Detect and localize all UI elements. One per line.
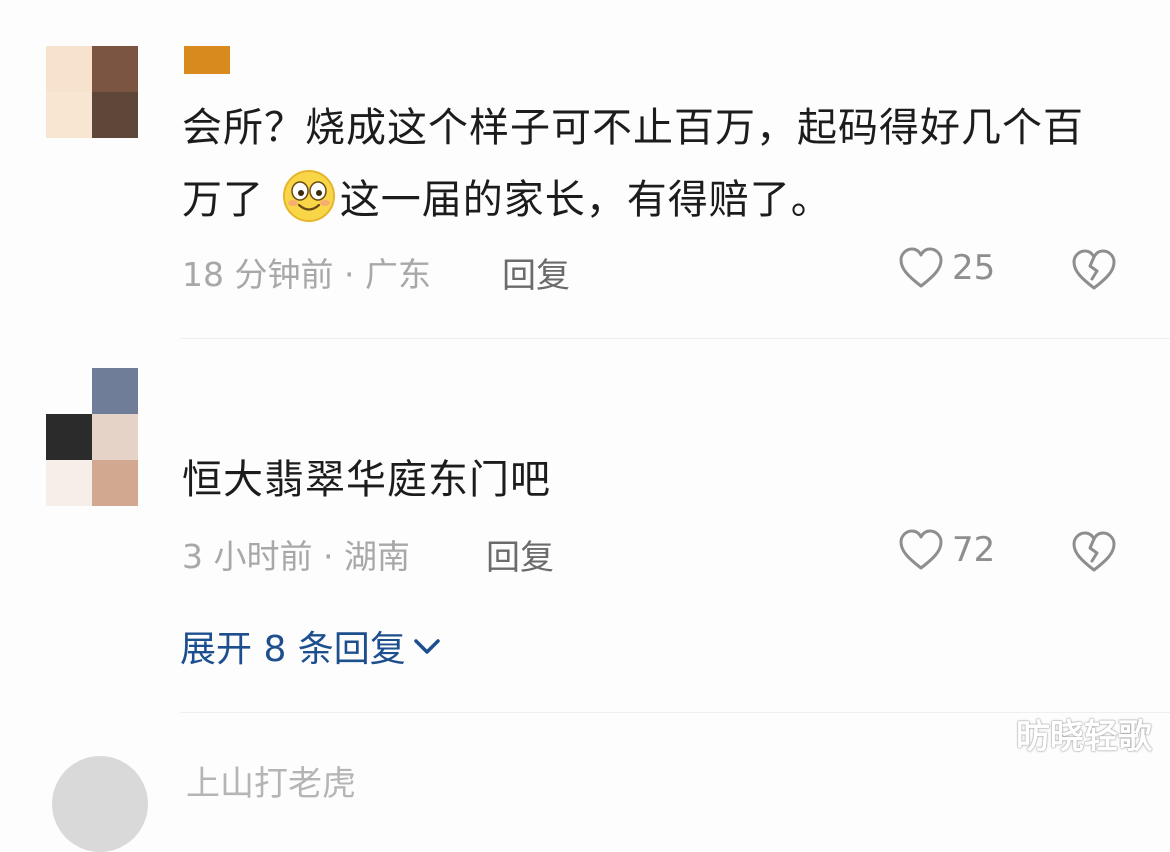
comment-meta: 18 分钟前 · 广东 [182,248,431,296]
smiling-face-emoji [282,170,335,222]
reply-button[interactable]: 回复 [486,530,554,579]
broken-heart-icon[interactable] [1070,528,1118,576]
comment-location: 广东 [364,255,431,294]
heart-outline-icon [899,529,943,570]
comment-time: 18 分钟前 [182,255,334,294]
like-button[interactable]: 25 [898,246,995,290]
comment-text: 会所？烧成这个样子可不止百万，起码得好几个百万了 这一届的家长，有得赔了。 [182,92,1110,236]
meta-separator: · [343,255,365,294]
like-button[interactable]: 72 [898,528,995,572]
expand-replies-button[interactable]: 展开 8 条回复 [180,620,444,672]
comment-divider [180,338,1170,339]
broken-heart-icon[interactable] [1070,246,1118,294]
watermark: 昉晓轻歌 [1016,717,1152,757]
like-count: 25 [952,248,996,288]
meta-separator: · [323,537,344,576]
comment-location: 湖南 [343,537,410,576]
comment-meta: 3 小时前 · 湖南 [182,530,410,578]
chevron-down-icon [414,639,440,654]
avatar[interactable] [46,46,138,138]
avatar[interactable] [46,368,138,506]
comment-text: 恒大翡翠华庭东门吧 [182,457,551,503]
username[interactable]: 上山打老虎 [186,756,356,805]
comment-text-part2: 这一届的家长，有得赔了。 [339,177,832,223]
heart-outline-icon [899,247,943,288]
username-redacted[interactable] [184,46,230,74]
reply-button[interactable]: 回复 [502,248,570,297]
expand-replies-label: 展开 8 条回复 [180,629,406,670]
comment-time: 3 小时前 [182,537,313,576]
avatar[interactable] [52,756,148,852]
like-count: 72 [952,530,996,570]
